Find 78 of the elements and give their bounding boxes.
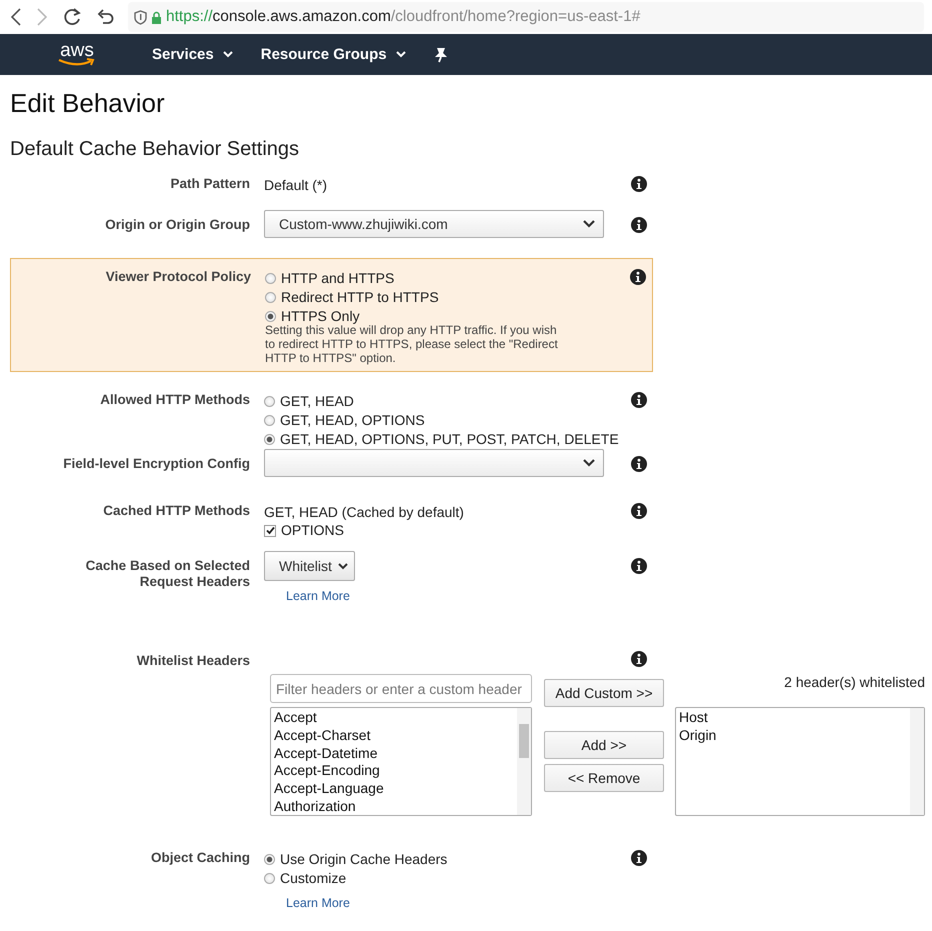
- url-text: https://console.aws.amazon.com/cloudfront/home?region=us-east-1#: [166, 8, 640, 26]
- info-icon[interactable]: [631, 456, 647, 472]
- list-item[interactable]: Accept-Datetime: [274, 744, 514, 762]
- field-label: Origin or Origin Group: [105, 217, 250, 233]
- info-icon[interactable]: [631, 503, 647, 519]
- list-item[interactable]: Accept: [274, 709, 514, 727]
- reload-icon[interactable]: [62, 7, 82, 27]
- page-title: Edit Behavior: [10, 88, 166, 120]
- radio-button[interactable]: [265, 292, 276, 303]
- nav-menu[interactable]: Resource Groups: [260, 46, 406, 63]
- pin-icon[interactable]: [434, 46, 448, 62]
- field-label: Field-level Encryption Config: [63, 456, 250, 472]
- radio-option[interactable]: GET, HEAD, OPTIONS, PUT, POST, PATCH, DELETE: [264, 430, 619, 449]
- shield-icon: [134, 10, 147, 24]
- field-label: Path Pattern: [170, 176, 250, 192]
- header-button[interactable]: Add >>: [544, 731, 664, 759]
- field-value: GET, HEAD (Cached by default): [264, 503, 464, 521]
- radio-button[interactable]: [264, 415, 275, 426]
- select-field[interactable]: Custom-www.zhujiwiki.com: [264, 210, 604, 238]
- header-button[interactable]: Add Custom >>: [544, 679, 664, 707]
- list-item[interactable]: Accept-Encoding: [274, 762, 514, 780]
- radio-button[interactable]: [265, 273, 276, 284]
- checkbox-option[interactable]: OPTIONS: [264, 521, 344, 540]
- learn-more-link[interactable]: Learn More: [286, 589, 350, 603]
- info-icon[interactable]: [631, 176, 647, 192]
- field-label: Allowed HTTP Methods: [100, 392, 250, 408]
- list-item[interactable]: Origin: [679, 726, 907, 745]
- scrollbar[interactable]: [517, 708, 531, 815]
- checkbox[interactable]: [264, 524, 276, 536]
- radio-button[interactable]: [264, 396, 275, 407]
- chevron-icon: [583, 220, 595, 228]
- whitelist-count: 2 header(s) whitelisted: [784, 674, 925, 692]
- smile-icon: [57, 58, 97, 66]
- radio-option[interactable]: Customize: [264, 869, 346, 888]
- header-button[interactable]: << Remove: [544, 764, 664, 792]
- list-item[interactable]: Host: [679, 709, 907, 727]
- aws-logo[interactable]: aws: [56, 42, 98, 66]
- caret-icon: [338, 562, 348, 570]
- info-icon[interactable]: [630, 269, 646, 285]
- section-title: Default Cache Behavior Settings: [10, 138, 300, 162]
- info-icon[interactable]: [631, 392, 647, 408]
- field-label: Whitelist Headers: [136, 653, 250, 669]
- radio-option[interactable]: GET, HEAD, OPTIONS: [264, 411, 425, 430]
- undo-icon[interactable]: [96, 8, 114, 26]
- lock-icon: [151, 10, 162, 24]
- help-text: Setting this value will drop any HTTP traffic. If you wish to redirect HTTP to HTTPS, please select the "Redirect HTTP to HTTPS" option.: [265, 323, 559, 365]
- list-item[interactable]: Accept-Language: [274, 780, 514, 798]
- whitelist-dropdown[interactable]: Whitelist: [264, 551, 355, 581]
- address-bar[interactable]: https://console.aws.amazon.com/cloudfront/home?region=us-east-1#: [128, 2, 924, 32]
- back-icon[interactable]: [10, 8, 22, 26]
- field-label: Object Caching: [150, 850, 250, 866]
- whitelisted-list[interactable]: Host Origin: [675, 707, 925, 816]
- learn-more-link[interactable]: Learn More: [286, 896, 350, 910]
- info-icon[interactable]: [631, 850, 647, 866]
- info-icon[interactable]: [631, 558, 647, 574]
- radio-option[interactable]: GET, HEAD: [264, 392, 354, 411]
- info-icon[interactable]: [631, 651, 647, 667]
- info-icon[interactable]: [631, 217, 647, 233]
- headers-list[interactable]: Accept Accept-Charset Accept-Datetime Accept-Encoding Accept-Language Authorization: [270, 707, 532, 816]
- radio-button[interactable]: [264, 434, 275, 445]
- list-item[interactable]: Accept-Charset: [274, 726, 514, 745]
- field-label: Cache Based on Selected Request Headers: [84, 558, 250, 590]
- radio-option[interactable]: Use Origin Cache Headers: [264, 850, 448, 869]
- field-value: Default (*): [264, 177, 328, 193]
- nav-menu[interactable]: Services: [152, 46, 233, 63]
- radio-option[interactable]: Redirect HTTP to HTTPS: [265, 288, 439, 307]
- radio-option[interactable]: HTTPS Only: [265, 307, 360, 326]
- radio-button[interactable]: [265, 311, 276, 322]
- chevron-icon: [583, 459, 595, 467]
- radio-option[interactable]: HTTP and HTTPS: [265, 269, 394, 288]
- field-label: Cached HTTP Methods: [103, 503, 250, 519]
- field-label: Viewer Protocol Policy: [106, 269, 251, 285]
- radio-button[interactable]: [264, 854, 275, 865]
- filter-field[interactable]: Filter headers or enter a custom header: [270, 674, 532, 703]
- radio-button[interactable]: [264, 873, 275, 884]
- select-field[interactable]: [264, 449, 604, 477]
- list-item[interactable]: Authorization: [274, 798, 514, 815]
- scrollbar[interactable]: [910, 708, 924, 815]
